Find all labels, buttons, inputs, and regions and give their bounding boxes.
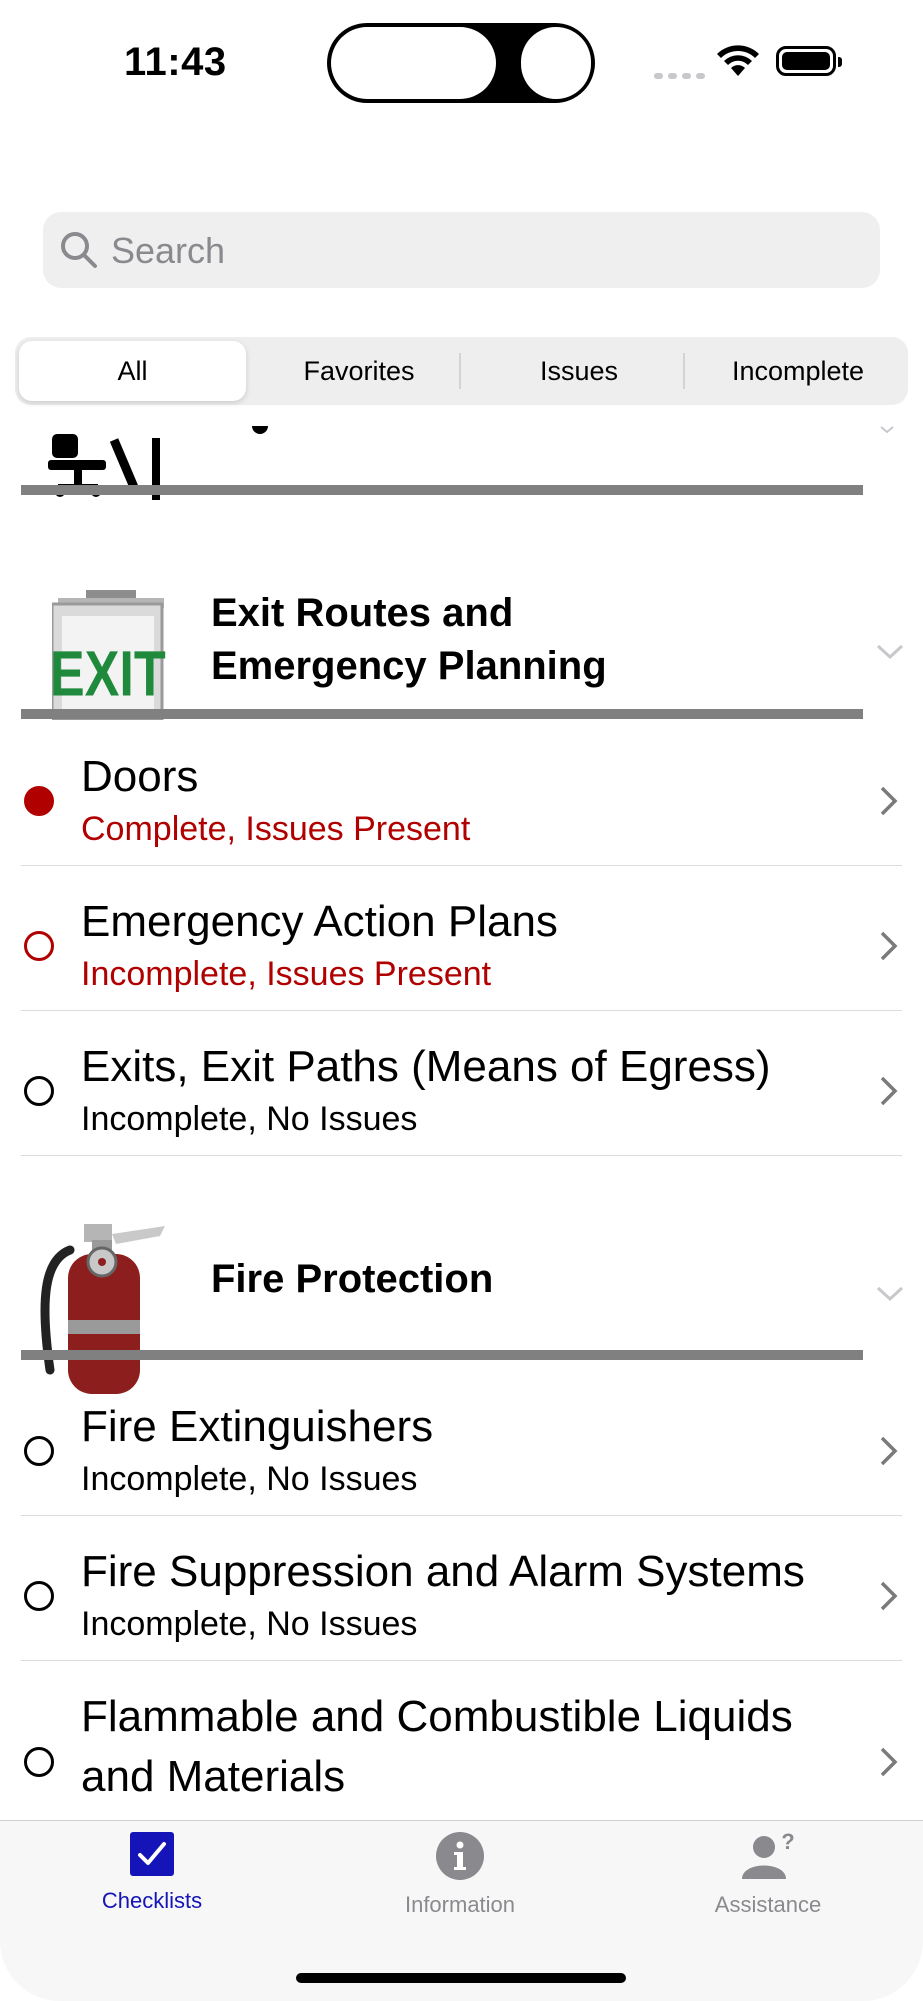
status-time: 11:43 (124, 40, 227, 84)
person-question-icon: ? (742, 1829, 795, 1879)
section-divider-bar (21, 1350, 863, 1360)
item-status: Incomplete, No Issues (81, 1460, 418, 1498)
item-title: Fire Suppression and Alarm Systems (81, 1547, 805, 1596)
tab-checklists[interactable]: Checklists (42, 1831, 262, 1914)
status-incomplete-icon (24, 1076, 54, 1106)
item-title: Fire Extinguishers (81, 1402, 434, 1451)
item-title: Exits, Exit Paths (Means of Egress) (81, 1042, 771, 1091)
section-title: Fire Protection (211, 1257, 494, 1301)
chevron-right-icon (880, 931, 898, 961)
chevron-down-icon[interactable] (880, 426, 894, 434)
battery-icon (776, 46, 842, 76)
dynamic-island-left (331, 27, 496, 99)
section-title: Exit Routes and Emergency Planning (211, 587, 607, 693)
list-item[interactable]: Emergency Action Plans Incomplete, Issue… (0, 865, 923, 1011)
item-title: Emergency Action Plans (81, 897, 558, 946)
segment-favorites[interactable]: Favorites (252, 341, 466, 401)
section-divider-bar (21, 485, 863, 495)
item-status: Incomplete, Issues Present (81, 955, 492, 993)
section-divider-bar (21, 709, 863, 719)
chevron-right-icon (880, 1436, 898, 1466)
item-title: Flammable and Combustible Liquids (81, 1692, 793, 1741)
segment-incomplete[interactable]: Incomplete (692, 341, 904, 401)
tab-label: Checklists (101, 1888, 203, 1913)
chevron-down-icon[interactable] (876, 1286, 904, 1302)
list-item[interactable]: Doors Complete, Issues Present (0, 720, 923, 866)
item-status: Incomplete, No Issues (81, 1100, 418, 1138)
checkbox-icon (130, 1832, 174, 1876)
list-item[interactable]: Flammable and Combustible Liquids and Ma… (0, 1660, 923, 1820)
section-title-fragment (252, 426, 268, 434)
segment-all[interactable]: All (19, 341, 246, 401)
row-divider (21, 1155, 902, 1156)
chevron-right-icon (880, 1581, 898, 1611)
exit-sign-icon: EXIT (52, 590, 166, 720)
chevron-right-icon (880, 1076, 898, 1106)
info-icon (436, 1832, 484, 1880)
search-input[interactable] (109, 212, 853, 290)
item-status: Incomplete, No Issues (81, 1605, 418, 1643)
chevron-right-icon (880, 786, 898, 816)
search-bar[interactable] (43, 212, 880, 290)
segment-divider (683, 353, 685, 389)
chevron-right-icon (880, 1747, 898, 1777)
status-incomplete-icon (24, 1436, 54, 1466)
search-icon (61, 232, 97, 268)
status-incomplete-icon (24, 1581, 54, 1611)
status-bar: 11:43 (0, 0, 923, 125)
status-incomplete-issues-icon (24, 931, 54, 961)
chevron-down-icon[interactable] (876, 644, 904, 660)
tab-label: Assistance (714, 1892, 822, 1917)
section-title-line: Exit Routes and (211, 591, 514, 635)
list-item[interactable]: Exits, Exit Paths (Means of Egress) Inco… (0, 1010, 923, 1156)
wifi-icon (717, 45, 759, 76)
tab-label: Information (404, 1892, 516, 1917)
section-title-line: Emergency Planning (211, 644, 607, 688)
item-status: Complete, Issues Present (81, 810, 471, 848)
dynamic-island-right (521, 27, 591, 99)
svg-text:?: ? (781, 1831, 794, 1854)
list-item[interactable]: Fire Suppression and Alarm Systems Incom… (0, 1515, 923, 1661)
status-complete-issues-icon (24, 786, 54, 816)
svg-text:EXIT: EXIT (52, 639, 166, 710)
tab-information[interactable]: Information (350, 1831, 570, 1918)
item-title: Doors (81, 752, 199, 801)
segment-issues[interactable]: Issues (472, 341, 686, 401)
home-indicator (296, 1973, 626, 1983)
cellular-signal-icon (654, 66, 710, 84)
checklist-list: EXIT Exit Routes and Emergency Planning … (0, 420, 923, 1820)
filter-segmented-control: All Favorites Issues Incomplete (15, 337, 908, 405)
tab-assistance[interactable]: ? Assistance (658, 1829, 878, 1918)
item-title: and Materials (81, 1752, 346, 1801)
list-item[interactable]: Fire Extinguishers Incomplete, No Issues (0, 1360, 923, 1516)
status-incomplete-icon (24, 1747, 54, 1777)
segment-divider (459, 353, 461, 389)
